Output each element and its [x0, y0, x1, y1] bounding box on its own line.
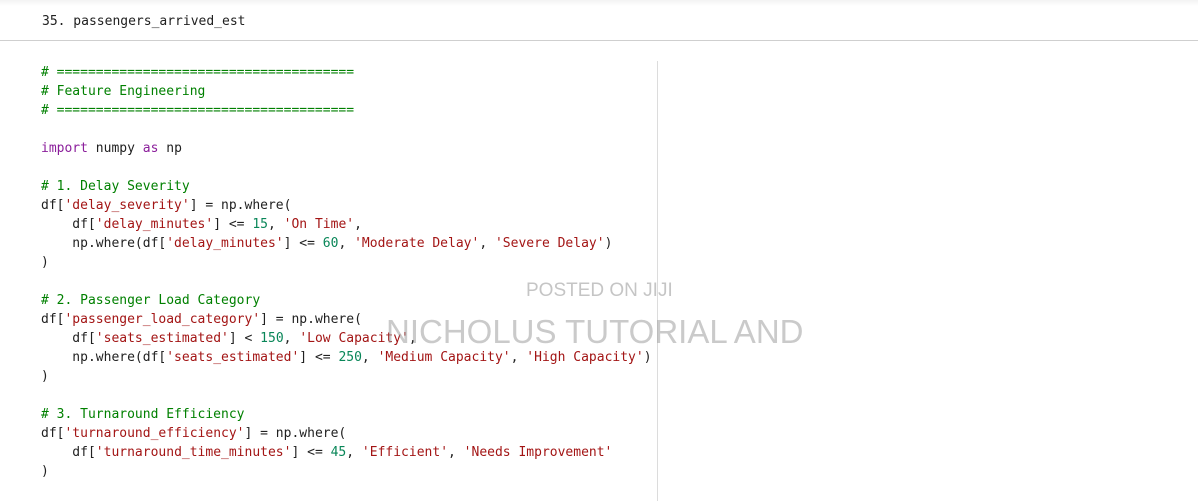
code-line: df['delay_minutes'] <= 15, 'On Time',	[41, 215, 652, 234]
output-cell: 35. passengers_arrived_est	[0, 0, 1198, 41]
code-token: ] <	[228, 331, 261, 346]
code-token: df[	[41, 331, 96, 346]
code-token: numpy	[87, 141, 143, 156]
code-token: 150	[260, 331, 284, 346]
code-token: 'Needs Improvement'	[463, 445, 613, 460]
watermark-name: NICHOLUS TUTORIAL AND	[386, 313, 804, 350]
code-line: )	[41, 367, 652, 386]
code-token: ,	[346, 445, 362, 460]
code-token: ] = np.where(	[189, 198, 292, 213]
code-line: # 1. Delay Severity	[41, 177, 652, 196]
code-token: # 1. Delay Severity	[41, 179, 190, 194]
code-token: 45	[330, 445, 347, 460]
watermark-posted-on: POSTED ON JIJI	[526, 280, 673, 301]
code-token: 'High Capacity'	[526, 350, 644, 365]
code-token: )	[643, 350, 652, 365]
code-token: 'turnaround_efficiency'	[64, 426, 245, 441]
code-token: np.where(df[	[41, 350, 167, 365]
code-token: ] <=	[291, 445, 331, 460]
code-token: # 3. Turnaround Efficiency	[41, 407, 245, 422]
code-token: # Feature Engineering	[41, 84, 206, 99]
code-line: np.where(df['delay_minutes'] <= 60, 'Mod…	[41, 234, 652, 253]
code-token: 'seats_estimated'	[95, 331, 229, 346]
code-token: df[	[41, 445, 96, 460]
code-token: ] = np.where(	[244, 426, 347, 441]
code-token: 'delay_severity'	[64, 198, 190, 213]
code-token: 'turnaround_time_minutes'	[95, 445, 292, 460]
code-token: df[	[41, 312, 65, 327]
code-line: df['turnaround_efficiency'] = np.where(	[41, 424, 652, 443]
code-token: 'Efficient'	[361, 445, 449, 460]
code-line: )	[41, 253, 652, 272]
code-token: # 2. Passenger Load Category	[41, 293, 261, 308]
code-token: ] = np.where(	[260, 312, 362, 327]
code-token: )	[41, 464, 49, 479]
code-token: 60	[322, 236, 339, 251]
code-token: ,	[354, 217, 362, 232]
code-cell[interactable]: # ======================================…	[0, 41, 1198, 502]
code-token: 15	[252, 217, 268, 232]
code-token: as	[142, 141, 159, 156]
code-token: ,	[361, 350, 378, 365]
code-line: import numpy as np	[41, 139, 652, 158]
code-token: 'delay_minutes'	[95, 217, 214, 232]
code-line: # ======================================	[41, 101, 652, 120]
code-line: df['turnaround_time_minutes'] <= 45, 'Ef…	[41, 443, 652, 462]
code-token: ,	[268, 217, 284, 232]
code-line: # 3. Turnaround Efficiency	[41, 405, 652, 424]
code-token: np.where(df[	[41, 236, 167, 251]
code-token: ,	[448, 445, 464, 460]
code-token: 'passenger_load_category'	[64, 312, 261, 327]
output-top-shadow	[0, 0, 1198, 6]
code-token: 'Medium Capacity'	[377, 350, 511, 365]
code-token: ] <=	[299, 350, 339, 365]
code-line: # Feature Engineering	[41, 82, 652, 101]
code-token: 250	[338, 350, 362, 365]
code-token: df[	[41, 198, 65, 213]
code-token: ,	[479, 236, 495, 251]
code-token: )	[41, 369, 49, 384]
code-token: # ======================================	[41, 65, 355, 80]
code-token: ] <=	[213, 217, 253, 232]
output-text: 35. passengers_arrived_est	[42, 14, 246, 29]
code-token: df[	[41, 426, 65, 441]
code-token: 'Moderate Delay'	[354, 236, 480, 251]
code-token: 'delay_minutes'	[166, 236, 284, 251]
code-token: np	[158, 141, 182, 156]
code-token: ,	[338, 236, 355, 251]
code-token: import	[41, 141, 88, 156]
code-editor[interactable]: # ======================================…	[41, 63, 652, 481]
code-token: )	[604, 236, 613, 251]
code-token: ,	[283, 331, 300, 346]
code-token: )	[41, 255, 49, 270]
code-line: )	[41, 462, 652, 481]
code-token: ] <=	[283, 236, 323, 251]
code-line: df['delay_severity'] = np.where(	[41, 196, 652, 215]
code-token: 'On Time'	[283, 217, 355, 232]
code-token: # ======================================	[41, 103, 355, 118]
code-line: # ======================================	[41, 63, 652, 82]
code-token: 'seats_estimated'	[166, 350, 300, 365]
code-token: ,	[510, 350, 527, 365]
code-token: 'Severe Delay'	[494, 236, 605, 251]
code-token: df[	[41, 217, 96, 232]
